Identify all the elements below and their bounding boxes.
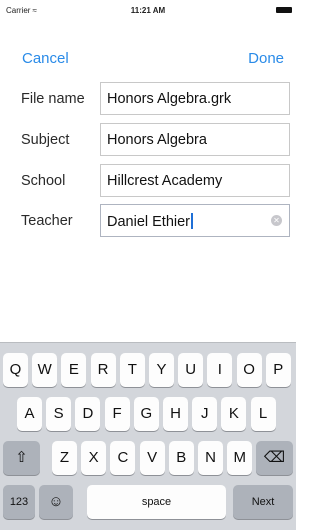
teacher-row: Teacher Daniel Ethier ✕ [0,204,296,240]
text-caret [191,213,194,229]
status-bar: Carrier ≈ 11:21 AM [0,0,296,20]
subject-field[interactable]: Honors Algebra [100,123,290,156]
battery-icon [276,7,292,13]
numbers-key[interactable]: 123 [3,485,35,519]
school-value: Hillcrest Academy [107,173,223,189]
key-d[interactable]: D [75,397,101,431]
key-l[interactable]: L [250,397,276,431]
teacher-label: Teacher [21,213,73,229]
status-time: 11:21 AM [130,6,166,15]
delete-icon: ⌫ [263,449,286,466]
key-h[interactable]: H [163,397,188,431]
key-z[interactable]: Z [52,441,77,475]
key-p[interactable]: P [265,353,291,387]
key-k[interactable]: K [221,397,247,431]
key-x[interactable]: X [81,441,107,475]
keyboard-row-3: ⇧ ⌫ ZXCVBNM [0,441,296,475]
key-u[interactable]: U [178,353,204,387]
key-i[interactable]: I [207,353,233,387]
shift-icon: ⇧ [15,449,28,466]
keyboard-row-2: ASDFGHJKL [0,397,296,431]
key-n[interactable]: N [198,441,223,475]
keyboard: QWERTYUIOP ASDFGHJKL ⇧ ⌫ ZXCVBNM 123 ☺ s… [0,342,296,530]
done-button[interactable]: Done [248,50,284,67]
emoji-key[interactable]: ☺ [39,485,73,519]
key-e[interactable]: E [61,353,87,387]
file-name-field[interactable]: Honors Algebra.grk [100,82,290,115]
school-field[interactable]: Hillcrest Academy [100,164,290,197]
teacher-field[interactable]: Daniel Ethier ✕ [100,204,290,237]
file-name-label: File name [21,91,85,107]
cancel-button[interactable]: Cancel [22,50,69,67]
delete-key[interactable]: ⌫ [256,441,293,475]
keyboard-row-4: 123 ☺ space Next [0,485,296,519]
clear-icon[interactable]: ✕ [271,215,282,226]
school-row: School Hillcrest Academy [0,164,296,200]
key-j[interactable]: J [192,397,218,431]
keyboard-row-1: QWERTYUIOP [0,353,296,387]
subject-value: Honors Algebra [107,132,207,148]
key-c[interactable]: C [110,441,136,475]
key-g[interactable]: G [133,397,159,431]
key-s[interactable]: S [46,397,72,431]
emoji-icon: ☺ [48,493,64,510]
key-f[interactable]: F [104,397,130,431]
key-m[interactable]: M [227,441,253,475]
space-key[interactable]: space [87,485,226,519]
next-key[interactable]: Next [233,485,293,519]
key-w[interactable]: W [32,353,58,387]
file-name-row: File name Honors Algebra.grk [0,82,296,118]
key-a[interactable]: A [17,397,42,431]
key-y[interactable]: Y [149,353,174,387]
navigation-bar: Cancel Done [0,44,296,74]
key-q[interactable]: Q [3,353,28,387]
subject-label: Subject [21,132,70,148]
file-name-value: Honors Algebra.grk [107,91,232,107]
shift-key[interactable]: ⇧ [3,441,40,475]
school-label: School [21,173,66,189]
key-b[interactable]: B [168,441,194,475]
key-r[interactable]: R [90,353,116,387]
key-o[interactable]: O [236,353,262,387]
key-t[interactable]: T [119,353,145,387]
subject-row: Subject Honors Algebra [0,123,296,159]
teacher-value: Daniel Ethier [107,213,194,230]
key-v[interactable]: V [139,441,165,475]
